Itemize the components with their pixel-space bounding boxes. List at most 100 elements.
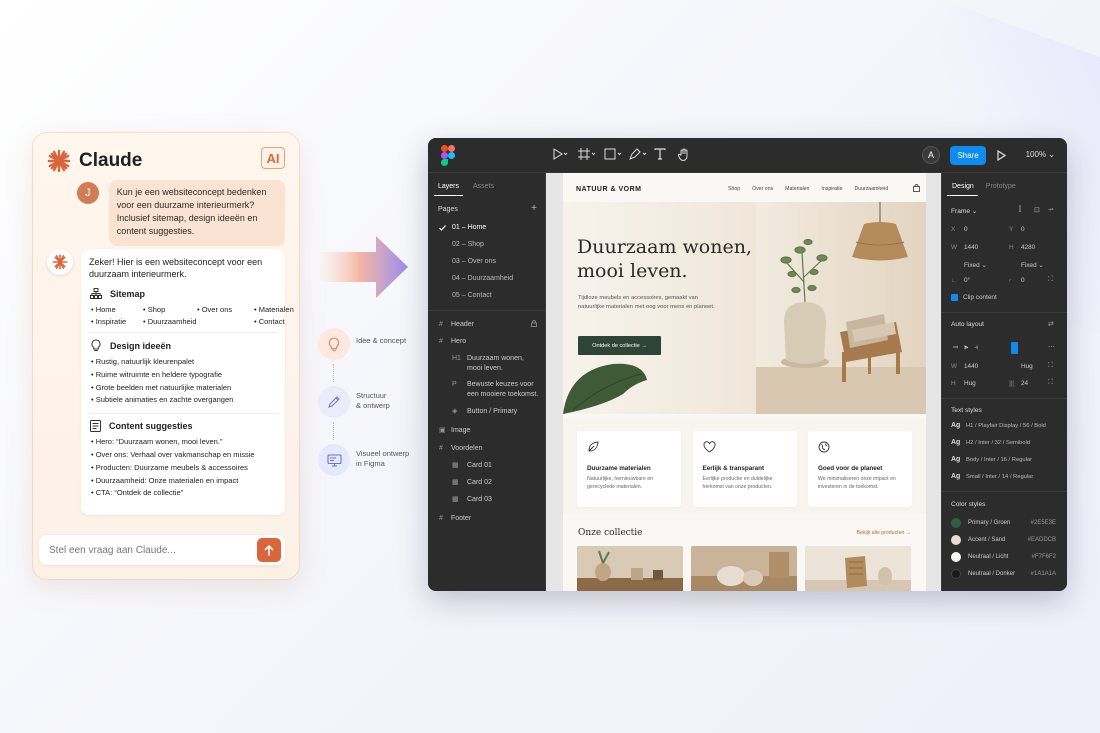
- user-avatar: J: [77, 182, 99, 204]
- page-item[interactable]: 02 – Shop: [452, 241, 484, 248]
- page-item[interactable]: 05 – Contact: [452, 292, 492, 299]
- user-avatar[interactable]: A: [922, 146, 940, 164]
- layer-item[interactable]: ▦ Card 02: [452, 478, 492, 488]
- feature-title: Eerlijk & transparant: [702, 465, 765, 472]
- padding-icon[interactable]: ⛶: [1048, 379, 1053, 387]
- feature-title: Goed voor de planeet: [818, 465, 883, 472]
- alignment-controls[interactable]: ⫤ ⫸ ⫣: [951, 339, 1005, 357]
- globe-icon: [818, 441, 830, 453]
- text-style-item[interactable]: Ag Body / Inter / 16 / Regular: [951, 456, 1032, 463]
- frame-dropdown[interactable]: Frame ⌄: [951, 207, 977, 215]
- align-center-icon[interactable]: ⫸: [964, 344, 968, 352]
- nav-link: Shop: [728, 186, 741, 192]
- figma-canvas[interactable]: NATUUR & VORM Shop Over ons Materialen I…: [546, 173, 941, 591]
- resize-icon[interactable]: ⊡: [1034, 206, 1040, 214]
- tab-assets[interactable]: Assets: [473, 183, 494, 190]
- lock-icon[interactable]: [531, 320, 537, 327]
- padding-icon[interactable]: ⛶: [1048, 362, 1053, 370]
- corner-options-icon[interactable]: ⛶: [1048, 276, 1053, 284]
- send-button[interactable]: [257, 538, 281, 562]
- list-item: Over ons: Verhaal over vakmanschap en mi…: [91, 449, 277, 462]
- figma-logo-icon[interactable]: [441, 145, 455, 166]
- sitemap-item: Inspiratie: [91, 317, 143, 326]
- gap-input[interactable]: 24: [1021, 380, 1028, 387]
- layer-item[interactable]: # Footer: [439, 514, 471, 524]
- auto-layout-width-input[interactable]: 1440: [964, 363, 978, 370]
- rotation-input[interactable]: 0°: [964, 277, 970, 284]
- more-icon[interactable]: ⋯: [1048, 343, 1055, 351]
- frame-icon: #: [439, 338, 443, 345]
- layer-item[interactable]: P Bewuste keuzes voor een mooiere toekomst…: [452, 380, 538, 400]
- chat-input[interactable]: Stel een vraag aan Claude...: [39, 535, 285, 565]
- color-styles-title: Color styles: [951, 501, 986, 508]
- color-hex: #EADDCB: [1027, 537, 1056, 543]
- color-style-item[interactable]: Neutraal / Donker #1A1A1A: [951, 569, 1056, 579]
- color-style-label: Primary / Groen: [968, 520, 1011, 526]
- tab-prototype[interactable]: Prototype: [986, 183, 1016, 190]
- w-input[interactable]: 1440: [964, 244, 978, 251]
- divider: [89, 413, 277, 415]
- align-icon[interactable]: ⫿: [1019, 206, 1021, 214]
- text-style-item[interactable]: Ag Small / Inter / 14 / Regular: [951, 473, 1033, 480]
- x-input[interactable]: 0: [964, 226, 968, 233]
- add-page-icon[interactable]: +: [531, 203, 537, 214]
- clip-content-checkbox[interactable]: [951, 294, 958, 301]
- color-style-item[interactable]: Primary / Groen #2E5E3E: [951, 518, 1056, 528]
- y-input[interactable]: 0: [1021, 226, 1025, 233]
- alignment-selected[interactable]: [1011, 342, 1018, 354]
- lightbulb-icon: [318, 328, 350, 360]
- tab-design[interactable]: Design: [952, 183, 974, 190]
- height-mode-dropdown[interactable]: Fixed ⌄: [1021, 261, 1044, 269]
- radius-input[interactable]: 0: [1021, 277, 1025, 284]
- auto-layout-settings-icon[interactable]: ⇄: [1048, 320, 1054, 328]
- color-style-item[interactable]: Neutraal / Licht #F7F6F2: [951, 552, 1056, 562]
- clip-content-label: Clip content: [963, 294, 997, 301]
- component-icon: ◈: [452, 408, 458, 415]
- layer-item[interactable]: ◈ Button / Primary: [452, 407, 517, 417]
- shape-tool-icon[interactable]: [604, 148, 622, 160]
- step-label: in Figma: [356, 459, 385, 468]
- document-icon: [90, 420, 101, 433]
- text-tool-icon[interactable]: [654, 148, 666, 160]
- play-icon[interactable]: [997, 150, 1006, 161]
- move-tool-icon[interactable]: [552, 148, 568, 160]
- pen-tool-icon[interactable]: [629, 148, 647, 160]
- width-mode-dropdown[interactable]: Fixed ⌄: [964, 261, 987, 269]
- sitemap-item: Materialen: [254, 305, 314, 314]
- rotation-icon: ∟: [951, 277, 958, 284]
- layer-item[interactable]: # Header: [439, 320, 537, 330]
- hand-tool-icon[interactable]: [678, 148, 690, 161]
- chevron-down-icon: ⌄: [971, 208, 978, 215]
- ai-badge: AI: [261, 147, 285, 169]
- nav-link: Over ons: [752, 186, 774, 192]
- card-icon: ▦: [452, 462, 459, 469]
- align-right-icon[interactable]: ⫣: [974, 344, 978, 352]
- page-item[interactable]: 04 – Duurzaamheid: [452, 275, 513, 282]
- share-button[interactable]: Share: [950, 146, 986, 165]
- text-style-item[interactable]: Ag H1 / Playfair Display / 56 / Bold: [951, 422, 1046, 429]
- layer-item[interactable]: H1 Duurzaam wonen, mooi leven.: [452, 354, 524, 374]
- nav-link: Duurzaamheid: [854, 186, 889, 192]
- zoom-dropdown[interactable]: 100% ⌄: [1026, 150, 1055, 159]
- text-style-item[interactable]: Ag H2 / Inter / 32 / Semibold: [951, 439, 1030, 446]
- tab-layers[interactable]: Layers: [438, 183, 459, 190]
- auto-layout-width-mode[interactable]: Hug: [1021, 363, 1033, 370]
- auto-layout-height-mode[interactable]: Hug: [964, 380, 976, 387]
- layer-item[interactable]: ▣ Image: [439, 426, 470, 436]
- color-hex: #F7F6F2: [1031, 554, 1056, 560]
- layer-item[interactable]: # Hero: [439, 337, 466, 347]
- text-style-icon: Ag: [951, 456, 961, 463]
- layer-item[interactable]: ▦ Card 01: [452, 461, 492, 471]
- page-item[interactable]: 03 – Over ons: [452, 258, 496, 265]
- h-input[interactable]: 4280: [1021, 244, 1035, 251]
- align-left-icon[interactable]: ⫤: [953, 344, 958, 352]
- monstera-leaf-image: [563, 363, 647, 414]
- layer-item[interactable]: # Voordelen: [439, 444, 483, 454]
- constraints-icon[interactable]: ⤞: [1048, 206, 1054, 214]
- page-item[interactable]: 01 – Home: [452, 224, 486, 231]
- color-style-item[interactable]: Accent / Sand #EADDCB: [951, 535, 1056, 545]
- layer-item[interactable]: ▦ Card 03: [452, 495, 492, 505]
- color-style-label: Neutraal / Donker: [968, 571, 1016, 577]
- chat-input-placeholder: Stel een vraag aan Claude...: [49, 544, 176, 556]
- frame-tool-icon[interactable]: [578, 148, 596, 160]
